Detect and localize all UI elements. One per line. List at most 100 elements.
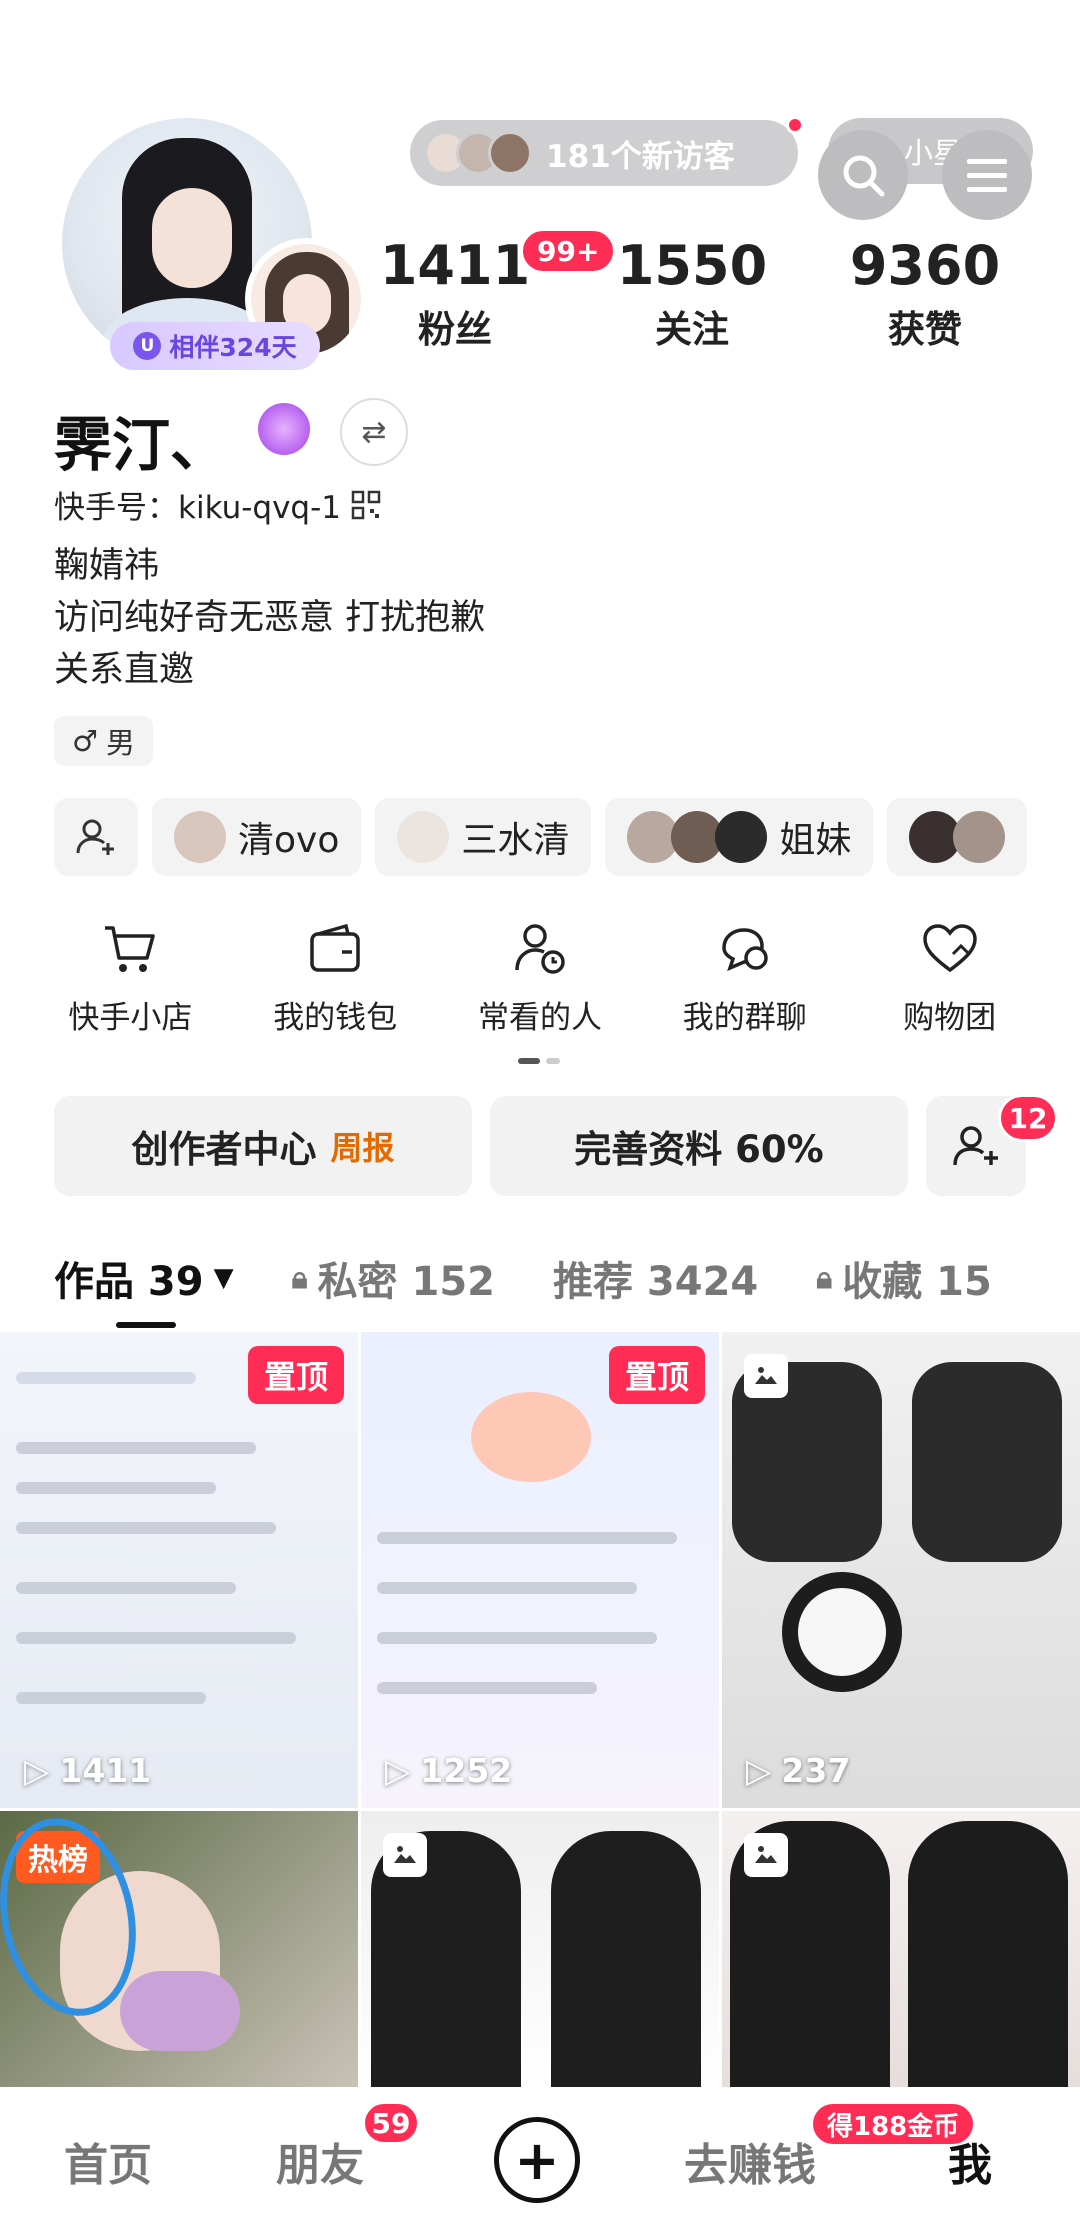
play-icon: ▷ [24,1751,50,1790]
creator-center-button[interactable]: 创作者中心 周报 [54,1096,472,1196]
following-stat[interactable]: 1550 关注 [597,236,787,353]
friend-name: 三水清 [461,820,570,861]
tab-label: 推荐 3424 [552,1259,759,1305]
nav-me[interactable]: 我 [948,2129,992,2193]
work-item[interactable]: 置顶 ▷ 1411 [0,1332,358,1808]
shortcut-label: 我的群聊 [682,1000,807,1036]
search-button[interactable] [818,130,908,220]
cart-icon [105,926,156,972]
shortcut-label: 我的钱包 [273,1000,398,1036]
likes-label: 获赞 [888,308,962,352]
complete-profile-label: 完善资料 60% [574,1128,824,1171]
work-item[interactable]: 热榜 [0,1811,358,2087]
tab-private[interactable]: 🔒︎ 私密 152 [292,1248,495,1308]
switch-icon: ⇄ [361,414,387,450]
work-item[interactable] [361,1811,719,2087]
add-friend-badge: 12 [998,1094,1058,1142]
shortcut-label: 快手小店 [68,1000,193,1036]
username: 霁汀、 [54,411,229,479]
menu-button[interactable] [942,130,1032,220]
create-button[interactable]: + [494,2117,580,2203]
shopping-group-shortcut[interactable]: 购物团 [855,920,1045,1050]
switch-account-button[interactable]: ⇄ [340,398,408,466]
kuaishou-id-text: 快手号：kiku-qvq-1 [54,490,342,526]
play-count: ▷ 1411 [24,1751,152,1790]
work-item[interactable]: 置顶 ▷ 1252 [361,1332,719,1808]
companion-icon: U [133,332,162,360]
friend-chip[interactable]: 清ovo [152,798,362,876]
friend-chip[interactable] [887,798,1028,876]
action-buttons: 创作者中心 周报 完善资料 60% [54,1096,1026,1196]
active-tab-indicator [116,1322,176,1328]
shortcut-label: 购物团 [903,1000,997,1036]
hamburger-icon [967,159,1007,192]
qrcode-icon [351,490,381,519]
wallet-shortcut[interactable]: 我的钱包 [240,920,430,1050]
content-tabs: 作品 39 ▼ 🔒︎ 私密 152 推荐 3424 🔒︎ 收藏 15 [54,1248,992,1308]
tab-label: 收藏 15 [842,1259,992,1305]
group-chat-shortcut[interactable]: 我的群聊 [650,920,840,1050]
photo-icon [744,1833,788,1877]
play-icon: ▷ [385,1751,411,1790]
photo-icon [744,1354,788,1398]
play-count: ▷ 237 [746,1751,851,1790]
frequent-people-shortcut[interactable]: 常看的人 [445,920,635,1050]
tab-favorites[interactable]: 🔒︎ 收藏 15 [816,1248,992,1308]
play-icon: ▷ [746,1751,772,1790]
kuaishou-id[interactable]: 快手号：kiku-qvq-1 [54,482,381,527]
nav-earn[interactable]: 去赚钱 [684,2129,816,2193]
group-name: 姐妹 [779,820,852,861]
tab-recommend[interactable]: 推荐 3424 [553,1248,758,1308]
bio: 鞠婧祎 访问纯好奇无恶意 打扰抱歉 关系直邀 [54,540,485,696]
fans-label: 粉丝 [418,308,492,352]
visitors-text: 181个新访客 [546,138,735,175]
works-grid: 置顶 ▷ 1411 置顶 ▷ 1252 ▷ 237 热榜 [0,1332,1080,2087]
gender-tag: ♂ 男 [54,716,154,766]
lock-icon: 🔒︎ [816,1260,833,1296]
photo-icon [383,1833,427,1877]
group-chip[interactable]: 姐妹 [605,798,874,876]
likes-count: 9360 [849,234,1001,297]
caret-down-icon: ▼ [213,1263,234,1293]
shop-shortcut[interactable]: 快手小店 [35,920,225,1050]
creator-center-label: 创作者中心 [131,1128,317,1171]
nav-home[interactable]: 首页 [64,2129,152,2193]
friend-avatar [953,811,1006,863]
friend-avatar [174,811,226,863]
plus-icon: + [514,2128,560,2192]
person-clock-icon [515,924,565,974]
shortcuts-row: 快手小店 我的钱包 常看的人 我的群聊 购物团 [0,920,1080,1050]
search-icon [843,155,885,197]
following-label: 关注 [655,308,729,352]
gender-label: 男 [106,726,136,760]
companion-label: 相伴324天 [169,333,297,362]
work-thumbnail [722,1332,1080,1808]
nav-friends[interactable]: 朋友 [276,2129,364,2193]
pinned-tag: 置顶 [247,1346,344,1404]
friend-avatar [715,811,768,863]
notification-dot [786,116,804,134]
add-friend-icon [953,1126,998,1166]
work-item[interactable] [722,1811,1080,2087]
bio-line: 鞠婧祎 [54,546,160,586]
level-badge-icon[interactable] [258,403,310,455]
new-visitors-pill[interactable]: 181个新访客 [410,116,804,186]
chat-bubbles-icon [722,928,768,972]
add-friend-chip[interactable] [54,798,138,876]
friends-badge: 59 [362,2101,420,2145]
likes-stat[interactable]: 9360 获赞 [830,236,1020,353]
male-icon: ♂ [72,724,98,758]
wallet-icon [310,923,360,972]
shortcut-label: 常看的人 [477,1000,602,1036]
visitor-avatar [488,131,532,175]
add-friend-icon [76,819,114,855]
bio-line: 访问纯好奇无恶意 打扰抱歉 [54,598,486,638]
companion-badge[interactable]: U 相伴324天 [110,322,320,370]
tab-label: 私密 152 [317,1259,495,1305]
friend-chip[interactable]: 三水清 [375,798,592,876]
pinned-tag: 置顶 [608,1346,705,1404]
following-count: 1550 [616,234,768,297]
tab-works[interactable]: 作品 39 ▼ [54,1248,234,1308]
complete-profile-button[interactable]: 完善资料 60% [490,1096,908,1196]
work-item[interactable]: ▷ 237 [722,1332,1080,1808]
